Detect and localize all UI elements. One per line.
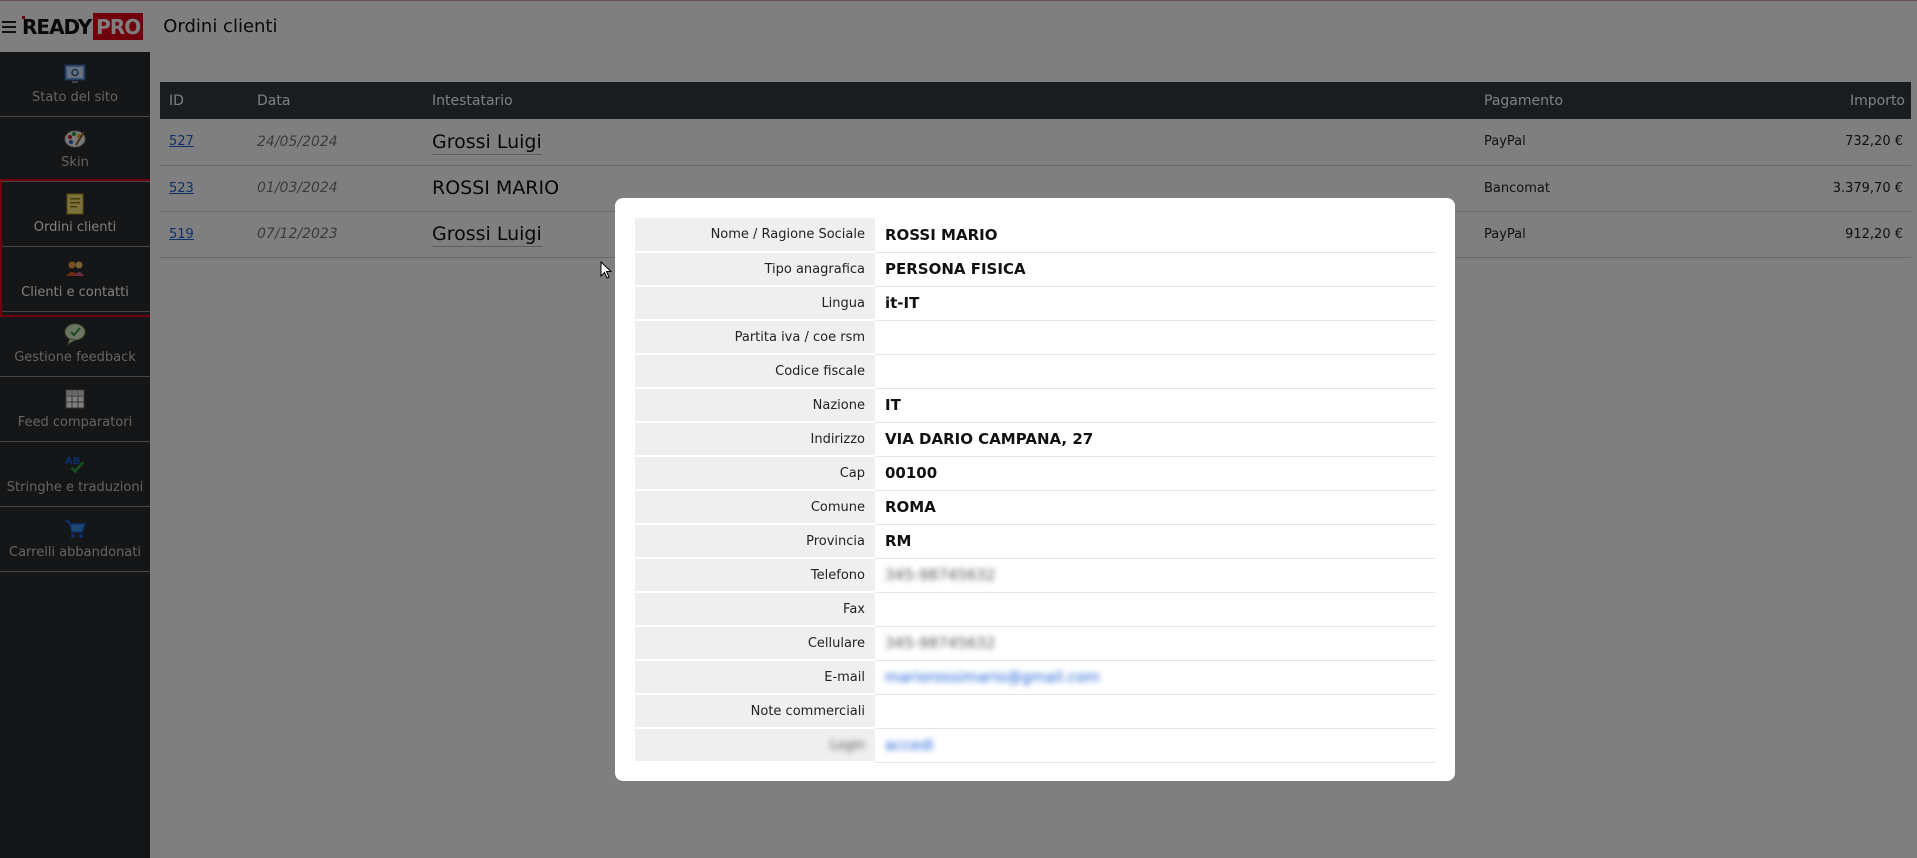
detail-label: Provincia: [635, 524, 875, 559]
detail-label: E-mail: [635, 660, 875, 695]
detail-row: Telefono 345-98745632: [635, 558, 1435, 593]
detail-value: [875, 320, 1435, 355]
detail-label: Telefono: [635, 558, 875, 593]
detail-row: E-mail mariorossimario@gmail.com: [635, 660, 1435, 695]
detail-label: Comune: [635, 490, 875, 525]
detail-row: Comune ROMA: [635, 490, 1435, 525]
detail-label: Note commerciali: [635, 694, 875, 729]
detail-value: PERSONA FISICA: [875, 252, 1435, 287]
detail-label: Tipo anagrafica: [635, 252, 875, 287]
login-link[interactable]: accedi: [885, 736, 934, 754]
detail-value: 345-98745632: [875, 558, 1435, 593]
phone-value: 345-98745632: [885, 566, 996, 584]
detail-label: Fax: [635, 592, 875, 627]
detail-row: Tipo anagrafica PERSONA FISICA: [635, 252, 1435, 287]
customer-details-modal: Nome / Ragione Sociale ROSSI MARIO Tipo a…: [615, 198, 1455, 781]
detail-value: [875, 592, 1435, 627]
detail-value: [875, 694, 1435, 729]
detail-row: Nome / Ragione Sociale ROSSI MARIO: [635, 218, 1435, 253]
detail-value: ROMA: [875, 490, 1435, 525]
detail-row: Partita iva / coe rsm: [635, 320, 1435, 355]
detail-value: VIA DARIO CAMPANA, 27: [875, 422, 1435, 457]
detail-label: Codice fiscale: [635, 354, 875, 389]
detail-label: Indirizzo: [635, 422, 875, 457]
detail-row: Lingua it-IT: [635, 286, 1435, 321]
detail-row: Fax: [635, 592, 1435, 627]
detail-value: 00100: [875, 456, 1435, 491]
detail-label: Nome / Ragione Sociale: [635, 218, 875, 253]
detail-label: Login: [829, 737, 865, 753]
detail-value: IT: [875, 388, 1435, 423]
detail-value: ROSSI MARIO: [875, 218, 1435, 253]
customer-details-table: Nome / Ragione Sociale ROSSI MARIO Tipo a…: [635, 218, 1435, 763]
detail-value: accedi: [875, 728, 1435, 763]
detail-label: Partita iva / coe rsm: [635, 320, 875, 355]
detail-label: Cap: [635, 456, 875, 491]
detail-value: mariorossimario@gmail.com: [875, 660, 1435, 695]
detail-row: Provincia RM: [635, 524, 1435, 559]
detail-value: it-IT: [875, 286, 1435, 321]
detail-row: Nazione IT: [635, 388, 1435, 423]
mouse-cursor-icon: [600, 261, 612, 279]
detail-value: [875, 354, 1435, 389]
detail-row: Cellulare 345-98745632: [635, 626, 1435, 661]
email-link[interactable]: mariorossimario@gmail.com: [885, 668, 1100, 686]
detail-value: 345-98745632: [875, 626, 1435, 661]
detail-row: Codice fiscale: [635, 354, 1435, 389]
detail-row: Cap 00100: [635, 456, 1435, 491]
detail-row: Indirizzo VIA DARIO CAMPANA, 27: [635, 422, 1435, 457]
detail-label: Lingua: [635, 286, 875, 321]
mobile-value: 345-98745632: [885, 634, 996, 652]
detail-label: Cellulare: [635, 626, 875, 661]
detail-value: RM: [875, 524, 1435, 559]
detail-label: Nazione: [635, 388, 875, 423]
detail-row: Login accedi: [635, 728, 1435, 763]
detail-row: Note commerciali: [635, 694, 1435, 729]
